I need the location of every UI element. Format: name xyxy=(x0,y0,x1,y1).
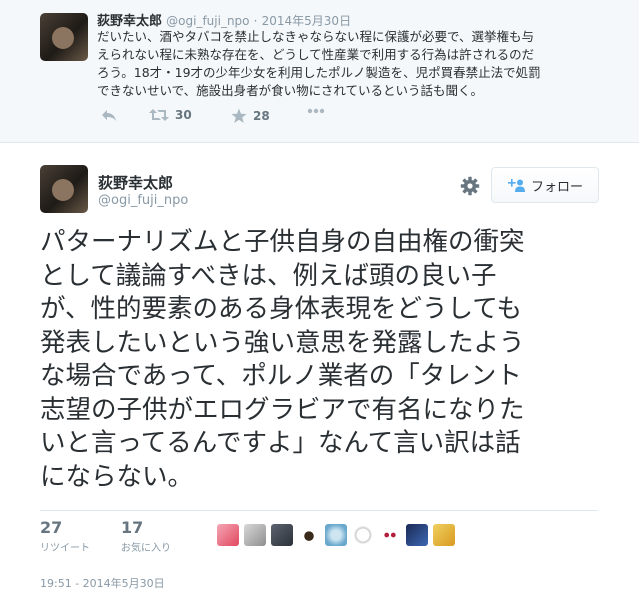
avatar[interactable] xyxy=(352,524,374,546)
divider xyxy=(40,510,598,511)
star-icon xyxy=(231,108,247,123)
text-line: ろう。18才・19才の少年少女を利用したポルノ製造を、児ポ買春禁止法で処罰 xyxy=(97,65,541,80)
text-line: 発表したいという強い意思を発露したよう xyxy=(40,327,525,358)
reply-icon xyxy=(102,110,116,121)
avatar[interactable] xyxy=(271,524,293,546)
separator-dot: · xyxy=(253,14,258,28)
favorite-stat[interactable]: 17 お気に入り xyxy=(121,518,171,554)
favorite-total: 17 xyxy=(121,518,144,537)
favoriter-avatars xyxy=(217,524,455,546)
text-line: にならない。 xyxy=(40,461,194,492)
avatar[interactable] xyxy=(298,524,320,546)
favorite-label: お気に入り xyxy=(121,543,171,554)
text-line: 志望の子供がエログラビアで有名になりた xyxy=(40,394,525,425)
favorite-button[interactable]: 28 xyxy=(231,108,270,124)
tweet-text: パターナリズムと子供自身の自由権の衝突 として議論すべきは、例えば頭の良い子 が… xyxy=(40,226,610,494)
text-line: パターナリズムと子供自身の自由権の衝突 xyxy=(40,227,525,257)
avatar[interactable] xyxy=(406,524,428,546)
parent-tweet-header: 荻野幸太郎 @ogi_fuji_npo · 2014年5月30日 xyxy=(97,10,351,29)
follow-label: フォロー xyxy=(530,179,583,195)
text-line: な場合であって、ポルノ業者の「タレント xyxy=(40,361,522,391)
avatar[interactable] xyxy=(244,524,266,546)
text-line: いと言ってるんですよ」なんて言い訳は話 xyxy=(40,428,521,458)
text-line: が、性的要素のある身体表現をどうしても xyxy=(40,294,522,324)
avatar[interactable] xyxy=(433,524,455,546)
more-button[interactable] xyxy=(307,108,325,114)
follow-button[interactable]: フォロー xyxy=(491,167,599,203)
avatar[interactable] xyxy=(40,165,88,213)
follow-user-icon xyxy=(507,179,525,192)
gear-button[interactable] xyxy=(460,176,480,196)
retweet-total: 27 xyxy=(40,518,63,537)
parent-tweet-text: だいたい、酒やタバコを禁止しなきゃならない程に保護が必要で、選挙権も与 えられな… xyxy=(97,28,617,100)
author-name[interactable]: 荻野幸太郎 xyxy=(98,172,173,193)
parent-tweet[interactable]: 荻野幸太郎 @ogi_fuji_npo · 2014年5月30日 だいたい、酒や… xyxy=(0,0,639,143)
retweet-label: リツイート xyxy=(40,543,90,554)
reply-button[interactable] xyxy=(101,108,117,122)
text-line: として議論すべきは、例えば頭の良い子 xyxy=(40,260,497,291)
tweet-date[interactable]: 2014年5月30日 xyxy=(262,14,351,28)
avatar[interactable] xyxy=(379,524,401,546)
text-line: できないせいで、施設出身者が食い物にされているという話も聞く。 xyxy=(97,83,484,98)
avatar[interactable] xyxy=(40,13,88,61)
more-icon xyxy=(307,108,325,114)
author-handle[interactable]: @ogi_fuji_npo xyxy=(166,14,249,28)
text-line: だいたい、酒やタバコを禁止しなきゃならない程に保護が必要で、選挙権も与 xyxy=(97,29,535,44)
author-handle[interactable]: @ogi_fuji_npo xyxy=(98,193,188,208)
avatar[interactable] xyxy=(217,524,239,546)
retweet-stat[interactable]: 27 リツイート xyxy=(40,518,90,554)
tweet-timestamp[interactable]: 19:51 - 2014年5月30日 xyxy=(40,575,165,591)
favorite-count: 28 xyxy=(253,109,270,123)
text-line: えられない程に未熟な存在を、どうして性産業で利用する行為は許されるのだ xyxy=(97,47,535,62)
avatar[interactable] xyxy=(325,524,347,546)
author-name[interactable]: 荻野幸太郎 xyxy=(97,14,162,29)
retweet-icon xyxy=(149,109,169,121)
retweet-count: 30 xyxy=(175,108,192,122)
retweet-button[interactable]: 30 xyxy=(149,108,192,122)
gear-icon xyxy=(460,176,480,196)
